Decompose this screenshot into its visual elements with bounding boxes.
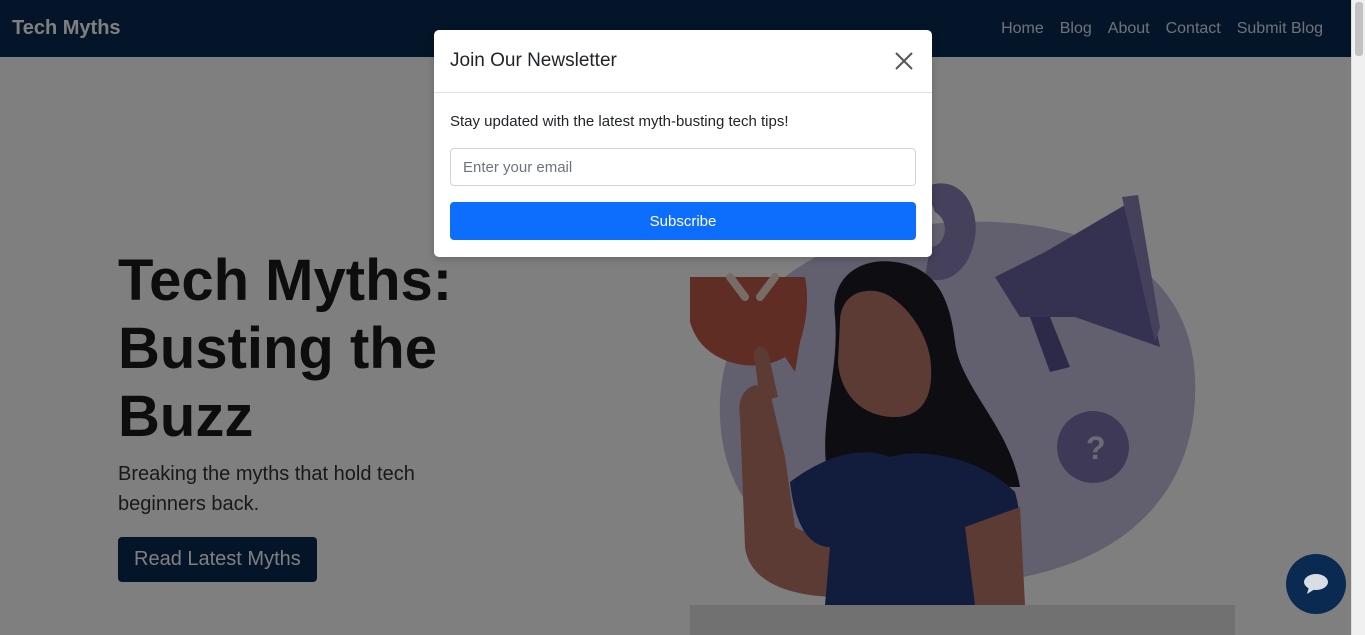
close-icon[interactable] [892, 49, 916, 73]
email-input[interactable] [450, 148, 916, 186]
modal-title: Join Our Newsletter [450, 50, 617, 71]
scrollbar-thumb[interactable] [1355, 2, 1363, 56]
modal-description: Stay updated with the latest myth-bustin… [450, 113, 789, 130]
chat-button[interactable] [1286, 554, 1346, 614]
scrollbar[interactable] [1351, 0, 1365, 635]
modal-body: Stay updated with the latest myth-bustin… [434, 93, 932, 256]
chat-bubble-icon [1304, 574, 1328, 594]
subscribe-button[interactable]: Subscribe [450, 202, 916, 240]
modal-header: Join Our Newsletter [434, 30, 932, 93]
newsletter-modal: Join Our Newsletter Stay updated with th… [434, 30, 932, 257]
